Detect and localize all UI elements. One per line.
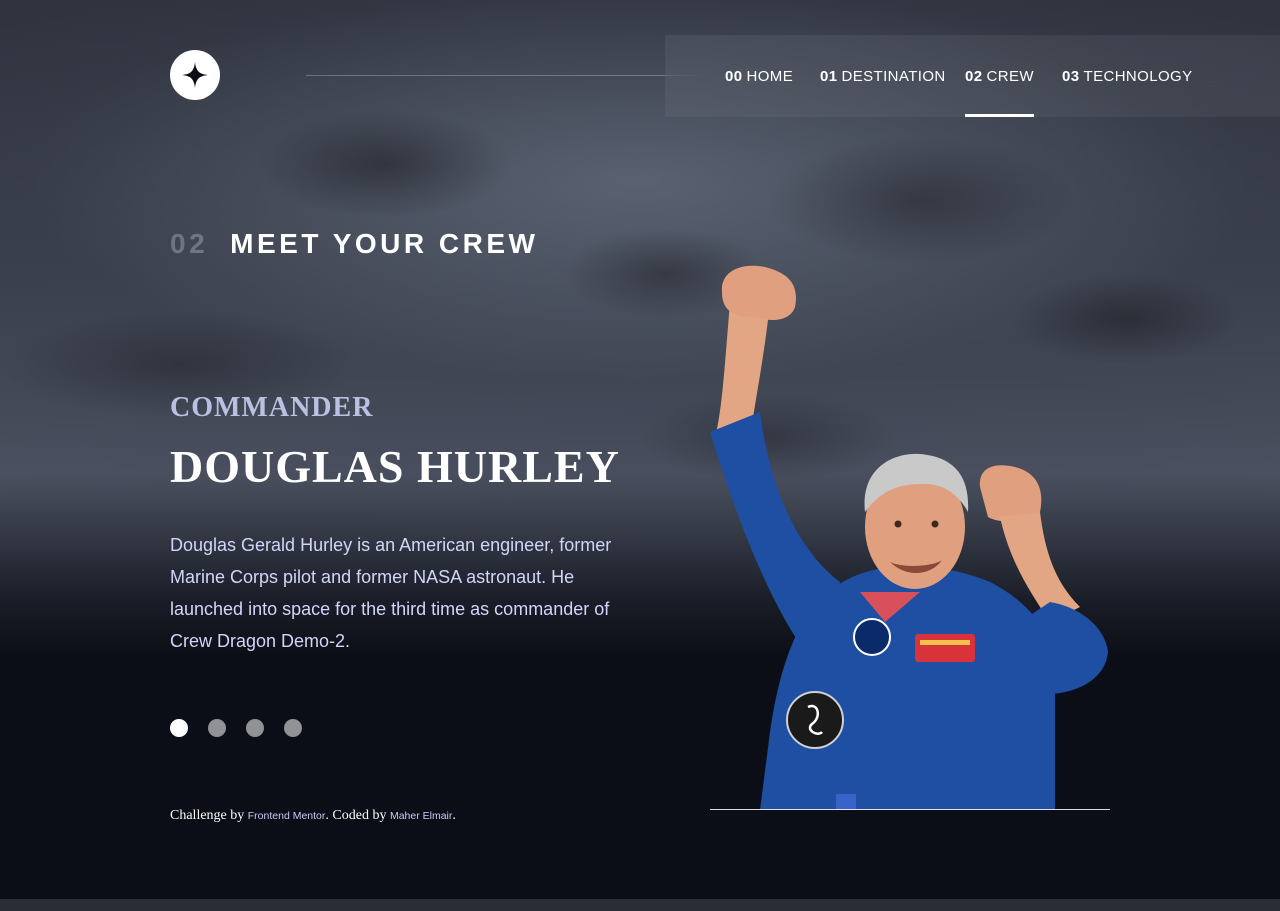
pagination-dot-3[interactable] [246, 719, 264, 737]
attribution-suffix: . [452, 808, 456, 823]
main-navigation: 00 HOME 01 DESTINATION 02 CREW 03 TECHNO… [665, 35, 1280, 117]
nav-item-label: DESTINATION [841, 67, 946, 85]
attribution-footer: Challenge by Frontend Mentor. Coded by M… [170, 808, 456, 824]
photo-baseline [710, 809, 1110, 810]
pagination-dot-1[interactable] [170, 719, 188, 737]
page-heading-number: 02 [170, 228, 209, 259]
attribution-middle: . Coded by [325, 808, 390, 823]
nav-item-destination[interactable]: 01 DESTINATION [820, 35, 946, 117]
nav-item-number: 00 [725, 67, 743, 85]
attribution-prefix: Challenge by [170, 808, 248, 823]
nav-item-label: TECHNOLOGY [1083, 67, 1193, 85]
page-heading: 02 MEET YOUR CREW [170, 228, 538, 260]
nav-item-home[interactable]: 00 HOME [725, 35, 793, 117]
crew-pagination [170, 719, 302, 737]
nav-item-number: 01 [820, 67, 838, 85]
nav-item-label: HOME [746, 67, 794, 85]
nav-item-number: 02 [965, 67, 983, 85]
frontend-mentor-link[interactable]: Frontend Mentor [248, 810, 326, 822]
crew-name: DOUGLAS HURLEY [170, 441, 620, 492]
nav-item-crew[interactable]: 02 CREW [965, 35, 1034, 117]
header-divider [306, 75, 706, 76]
page-heading-text: MEET YOUR CREW [230, 228, 539, 259]
pagination-dot-2[interactable] [208, 719, 226, 737]
nav-item-technology[interactable]: 03 TECHNOLOGY [1062, 35, 1193, 117]
author-link[interactable]: Maher Elmair [390, 810, 452, 822]
pagination-dot-4[interactable] [284, 719, 302, 737]
nav-item-number: 03 [1062, 67, 1080, 85]
crew-bio: Douglas Gerald Hurley is an American eng… [170, 535, 612, 651]
crew-role: COMMANDER [170, 392, 374, 423]
nav-item-label: CREW [986, 67, 1034, 85]
star-logo-icon[interactable] [170, 50, 220, 100]
crew-photo [710, 262, 1110, 810]
